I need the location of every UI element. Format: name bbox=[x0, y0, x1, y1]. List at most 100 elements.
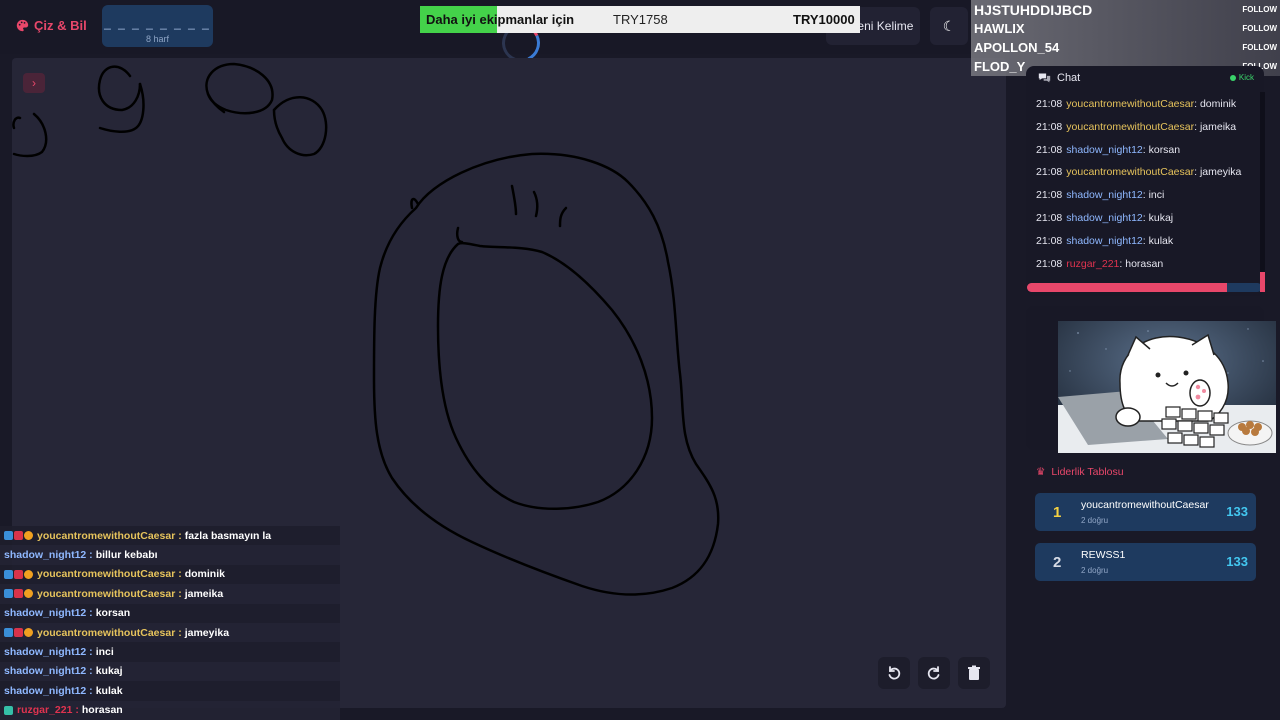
chat-timestamp: 21:08 bbox=[1036, 257, 1063, 270]
theme-toggle-button[interactable]: ☾ bbox=[930, 7, 968, 45]
trash-icon bbox=[968, 665, 980, 680]
overlay-chat-line: shadow_night12 : korsan bbox=[0, 603, 340, 623]
follower-name: HJSTUHDDIJBCD bbox=[974, 1, 1093, 18]
follower-name: FLOD_Y bbox=[974, 59, 1026, 74]
app-logo[interactable]: Çiz & Bil bbox=[16, 18, 87, 33]
chat-text: : kukaj bbox=[1142, 211, 1174, 224]
chat-user: shadow_night12 bbox=[1066, 189, 1143, 202]
chat-user: shadow_night12 bbox=[1066, 143, 1143, 156]
chat-message: 21:08 shadow_night12: inci bbox=[1036, 189, 1262, 212]
leaderboard-row[interactable]: 2 REWSS1 2 doğru 133 bbox=[1035, 543, 1256, 581]
leaderboard-score: 133 bbox=[1226, 554, 1248, 569]
leaderboard-correct-count: 2 doğru bbox=[1081, 516, 1109, 525]
gift-badge-icon bbox=[24, 531, 33, 541]
chat-message-list[interactable]: 21:08 youcantromewithoutCaesar: dominik 21… bbox=[1036, 98, 1262, 280]
media-card bbox=[1026, 306, 1276, 453]
clear-canvas-button[interactable] bbox=[958, 657, 990, 689]
user-badges bbox=[4, 628, 33, 638]
undo-button[interactable] bbox=[878, 657, 910, 689]
logo-text: Çiz & Bil bbox=[34, 18, 87, 33]
chat-text: : korsan bbox=[1142, 143, 1181, 156]
user-badges bbox=[4, 569, 33, 579]
leaderboard-row[interactable]: 1 youcantromewithoutCaesar 2 doğru 133 bbox=[1035, 493, 1256, 531]
chat-text: : dominik bbox=[1194, 98, 1237, 110]
overlay-chat-user: youcantromewithoutCaesar : bbox=[37, 529, 182, 542]
leaderboard-title: ♛ Liderlik Tablosu bbox=[1036, 466, 1124, 478]
leaderboard-player-name: REWSS1 bbox=[1081, 549, 1126, 561]
chat-timer-bar bbox=[1027, 283, 1262, 292]
overlay-chat-user: youcantromewithoutCaesar : bbox=[37, 568, 182, 581]
chat-user: youcantromewithoutCaesar bbox=[1066, 120, 1195, 133]
overlay-chat-message: dominik bbox=[184, 568, 225, 581]
donation-goal-banner: Daha iyi ekipmanlar için TRY1758 TRY1000… bbox=[420, 6, 860, 33]
leaderboard-score: 133 bbox=[1226, 504, 1248, 519]
redo-icon bbox=[927, 666, 940, 680]
donation-current: TRY1758 bbox=[613, 12, 668, 27]
chat-text: : jameyika bbox=[1194, 166, 1242, 179]
chat-timer-fill bbox=[1027, 283, 1227, 292]
chat-message: 21:08 ruzgar_221: horasan bbox=[1036, 258, 1262, 281]
gift-badge-icon bbox=[24, 589, 33, 599]
overlay-chat-message: horasan bbox=[81, 704, 123, 717]
sub-badge-icon bbox=[14, 569, 23, 579]
expand-sidebar-button[interactable]: › bbox=[23, 73, 45, 93]
chat-message: 21:08 shadow_night12: kukaj bbox=[1036, 212, 1262, 235]
leaderboard-rank: 1 bbox=[1053, 504, 1062, 521]
overlay-chat-line: shadow_night12 : billur kebabı bbox=[0, 545, 340, 565]
donation-title: Daha iyi ekipmanlar için bbox=[426, 12, 575, 27]
chat-message: 21:08 youcantromewithoutCaesar: jameika bbox=[1036, 121, 1262, 144]
overlay-chat-line: youcantromewithoutCaesar : jameika bbox=[0, 584, 340, 604]
follow-alert-row: HJSTUHDDIJBCD FOLLOW bbox=[971, 0, 1280, 19]
chat-scrollbar-thumb[interactable] bbox=[1260, 272, 1265, 292]
chat-user: youcantromewithoutCaesar bbox=[1066, 166, 1195, 179]
chat-bubble-icon bbox=[1038, 73, 1051, 83]
prime-badge-icon bbox=[4, 531, 13, 541]
redo-button[interactable] bbox=[918, 657, 950, 689]
chat-timestamp: 21:08 bbox=[1036, 98, 1063, 110]
sub-badge-icon bbox=[14, 589, 23, 599]
leaderboard-correct-count: 2 doğru bbox=[1081, 566, 1109, 575]
chat-message: 21:08 youcantromewithoutCaesar: jameyika bbox=[1036, 166, 1262, 189]
chat-timestamp: 21:08 bbox=[1036, 234, 1063, 247]
gift-badge-icon bbox=[24, 569, 33, 579]
chat-timestamp: 21:08 bbox=[1036, 143, 1063, 156]
sub-badge-icon bbox=[14, 531, 23, 541]
overlay-chat-user: shadow_night12 : bbox=[4, 607, 93, 620]
follower-name: APOLLON_54 bbox=[974, 40, 1060, 55]
user-badges bbox=[4, 531, 33, 541]
chat-text: : inci bbox=[1142, 189, 1165, 202]
prime-badge-icon bbox=[4, 628, 13, 638]
follower-name: HAWLIX bbox=[974, 21, 1025, 36]
follow-alert-overlay: HJSTUHDDIJBCD FOLLOW HAWLIX FOLLOW APOLLON_5… bbox=[971, 0, 1280, 76]
follow-label: FOLLOW bbox=[1242, 43, 1277, 52]
chat-text: : jameika bbox=[1194, 120, 1237, 133]
overlay-chat-user: shadow_night12 : bbox=[4, 549, 93, 562]
verified-badge-icon bbox=[4, 705, 13, 715]
crown-icon: ♛ bbox=[1036, 466, 1046, 478]
overlay-chat-message: kulak bbox=[95, 684, 123, 697]
overlay-chat-line: youcantromewithoutCaesar : fazla basmayın… bbox=[0, 526, 340, 546]
letter-count: 8 harf bbox=[145, 34, 169, 44]
overlay-chat-user: youcantromewithoutCaesar : bbox=[37, 587, 182, 600]
leaderboard-player-name: youcantromewithoutCaesar bbox=[1081, 499, 1209, 511]
chat-scrollbar[interactable] bbox=[1260, 92, 1265, 292]
overlay-chat-line: shadow_night12 : kulak bbox=[0, 681, 340, 701]
chat-source-label: Kick bbox=[1238, 73, 1254, 82]
leaderboard-rank: 2 bbox=[1053, 554, 1062, 571]
overlay-chat-message: fazla basmayın la bbox=[184, 529, 272, 542]
prime-badge-icon bbox=[4, 569, 13, 579]
chat-timestamp: 21:08 bbox=[1036, 189, 1063, 202]
stream-chat-overlay: youcantromewithoutCaesar : fazla basmayın… bbox=[0, 526, 340, 720]
chat-timestamp: 21:08 bbox=[1036, 120, 1063, 133]
chat-user: shadow_night12 bbox=[1066, 234, 1143, 247]
leaderboard-title-text: Liderlik Tablosu bbox=[1051, 466, 1124, 478]
chat-message: 21:08 youcantromewithoutCaesar: dominik bbox=[1036, 98, 1262, 121]
chat-user: ruzgar_221 bbox=[1066, 257, 1120, 270]
chat-timestamp: 21:08 bbox=[1036, 211, 1063, 224]
chat-panel: Chat Kick 21:08 youcantromewithoutCaesar:… bbox=[1026, 66, 1264, 296]
chat-user: shadow_night12 bbox=[1066, 211, 1143, 224]
user-badges bbox=[4, 705, 13, 715]
user-badges bbox=[4, 589, 33, 599]
overlay-chat-message: billur kebabı bbox=[95, 549, 158, 562]
word-hint-box: _ _ _ _ _ _ _ _ 8 harf bbox=[102, 5, 213, 47]
